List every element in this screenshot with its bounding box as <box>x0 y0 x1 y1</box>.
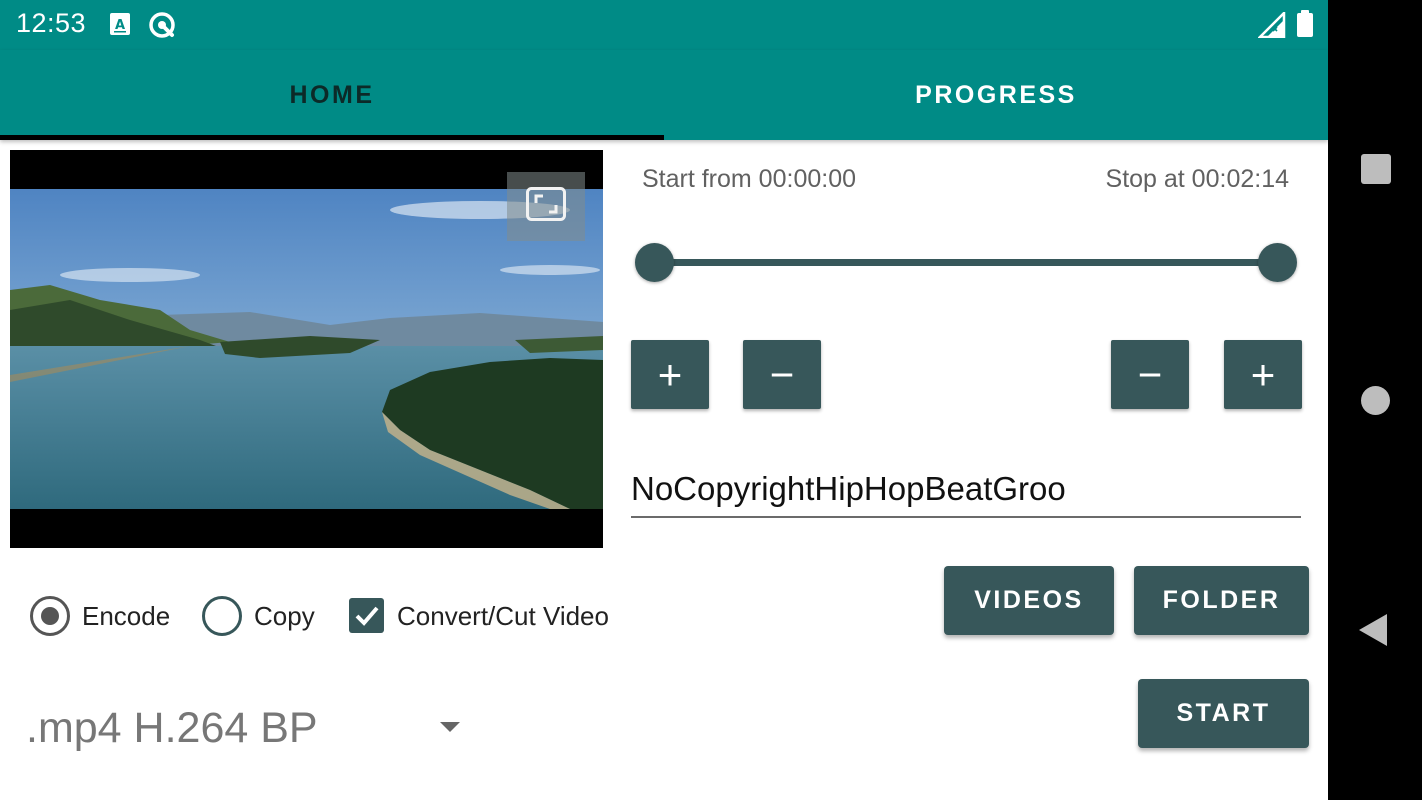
start-time-label: Start from 00:00:00 <box>642 165 857 193</box>
tab-home[interactable]: HOME <box>0 50 664 140</box>
encode-radio-dot <box>41 607 59 625</box>
svg-text:A: A <box>115 18 125 33</box>
cell-signal-icon <box>1256 9 1286 43</box>
copy-radio[interactable] <box>202 596 242 636</box>
copy-label[interactable]: Copy <box>254 598 315 634</box>
start-increase-button[interactable]: + <box>631 340 709 409</box>
video-preview[interactable] <box>10 150 603 548</box>
status-time: 12:53 <box>16 8 87 38</box>
trim-stop-thumb[interactable] <box>1258 243 1297 282</box>
stop-time-label: Stop at 00:02:14 <box>1105 165 1289 193</box>
start-button[interactable]: START <box>1138 679 1309 748</box>
back-triangle-icon[interactable] <box>1359 614 1387 646</box>
start-decrease-button[interactable]: − <box>743 340 821 409</box>
home-circle-icon[interactable] <box>1361 386 1390 415</box>
stop-increase-button[interactable]: + <box>1224 340 1302 409</box>
text-a-notification-icon: A <box>109 10 131 43</box>
format-selected-value: .mp4 H.264 BP <box>26 704 318 752</box>
checkmark-icon <box>349 606 384 637</box>
sync-notification-icon <box>147 10 177 45</box>
convert-cut-checkbox[interactable] <box>349 598 384 633</box>
stop-decrease-button[interactable]: − <box>1111 340 1189 409</box>
fullscreen-icon <box>526 187 566 226</box>
tab-progress[interactable]: PROGRESS <box>664 50 1328 140</box>
folder-button[interactable]: FOLDER <box>1134 566 1309 635</box>
trim-range-track[interactable] <box>654 259 1278 266</box>
format-dropdown[interactable]: .mp4 H.264 BP <box>26 700 466 760</box>
app-screen: 12:53 A HOME PROGRESS Start from 00:00:0… <box>0 0 1328 800</box>
system-nav-bar <box>1328 0 1422 800</box>
convert-cut-label[interactable]: Convert/Cut Video <box>397 598 609 634</box>
dropdown-arrow-icon <box>440 722 460 732</box>
encode-radio[interactable] <box>30 596 70 636</box>
battery-icon <box>1296 10 1314 43</box>
videos-button[interactable]: VIDEOS <box>944 566 1114 635</box>
status-bar: 12:53 A <box>0 0 1328 50</box>
fullscreen-button[interactable] <box>507 172 585 241</box>
recents-square-icon[interactable] <box>1361 154 1391 184</box>
tab-selected-indicator <box>0 135 664 140</box>
output-filename-input[interactable]: NoCopyrightHipHopBeatGroo <box>631 460 1301 518</box>
tab-bar: HOME PROGRESS <box>0 50 1328 140</box>
trim-start-thumb[interactable] <box>635 243 674 282</box>
encode-label[interactable]: Encode <box>82 598 170 634</box>
